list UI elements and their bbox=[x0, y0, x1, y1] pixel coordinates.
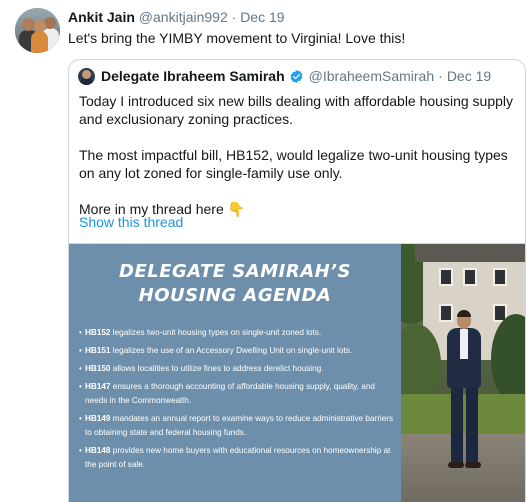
bill-description: allows localities to utilize fines to ad… bbox=[110, 364, 324, 373]
separator-dot: · bbox=[231, 9, 237, 25]
bill-code: HB150 bbox=[85, 364, 111, 373]
quoted-paragraph: Today I introduced six new bills dealing… bbox=[79, 93, 514, 127]
verified-badge-icon bbox=[290, 69, 303, 83]
quoted-paragraph: The most impactful bill, HB152, would le… bbox=[79, 147, 508, 181]
tweet-header: Ankit Jain @ankitjain992 · Dec 19 bbox=[68, 9, 285, 25]
bill-description: mandates an annual report to examine way… bbox=[85, 414, 394, 437]
bill-description: ensures a thorough accounting of afforda… bbox=[85, 382, 375, 405]
agenda-item: • HB149 mandates an annual report to exam… bbox=[79, 414, 394, 437]
quoted-tweet[interactable]: Delegate Ibraheem Samirah @IbraheemSamir… bbox=[68, 59, 526, 502]
bill-code: HB148 bbox=[85, 446, 111, 455]
quoted-author-handle: @IbraheemSamirah bbox=[308, 68, 435, 84]
quoted-tweet-image[interactable]: DELEGATE SAMIRAH’S HOUSING AGENDA • HB152… bbox=[69, 243, 525, 502]
agenda-item: • HB152 legalizes two-unit housing types … bbox=[79, 328, 322, 337]
housing-agenda-graphic: DELEGATE SAMIRAH’S HOUSING AGENDA • HB152… bbox=[69, 244, 401, 502]
quoted-tweet-date: Dec 19 bbox=[446, 68, 492, 84]
bill-code: HB152 bbox=[85, 328, 111, 337]
graphic-title-line: HOUSING AGENDA bbox=[138, 285, 332, 306]
agenda-item: • HB147 ensures a thorough accounting of … bbox=[79, 382, 375, 405]
quoted-author-avatar bbox=[78, 68, 95, 85]
tweet-date[interactable]: Dec 19 bbox=[240, 9, 284, 25]
agenda-item: • HB150 allows localities to utilize fine… bbox=[79, 364, 324, 373]
bill-description: legalizes two-unit housing types on sing… bbox=[110, 328, 322, 337]
separator-dot: · bbox=[438, 68, 443, 84]
delegate-photo bbox=[401, 244, 525, 502]
bill-code: HB147 bbox=[85, 382, 111, 391]
agenda-item: • HB148 provides new home buyers with edu… bbox=[79, 446, 391, 469]
show-thread-link[interactable]: Show this thread bbox=[79, 214, 183, 230]
agenda-item: • HB151 legalizes the use of an Accessory… bbox=[79, 346, 353, 355]
author-handle[interactable]: @ankitjain992 bbox=[139, 9, 228, 25]
quoted-tweet-header: Delegate Ibraheem Samirah @IbraheemSamir… bbox=[101, 68, 491, 84]
bill-code: HB149 bbox=[85, 414, 111, 423]
graphic-title: DELEGATE SAMIRAH’S HOUSING AGENDA bbox=[69, 260, 401, 308]
agenda-list: • HB152 legalizes two-unit housing types … bbox=[79, 326, 397, 476]
author-name[interactable]: Ankit Jain bbox=[68, 9, 135, 25]
author-avatar[interactable] bbox=[15, 8, 60, 53]
bill-description: provides new home buyers with educationa… bbox=[85, 446, 391, 469]
tweet-text: Let's bring the YIMBY movement to Virgin… bbox=[68, 30, 406, 46]
quoted-author-name: Delegate Ibraheem Samirah bbox=[101, 68, 285, 84]
graphic-title-line: DELEGATE SAMIRAH’S bbox=[119, 261, 351, 282]
bill-code: HB151 bbox=[85, 346, 111, 355]
tweet[interactable]: Ankit Jain @ankitjain992 · Dec 19 Let's … bbox=[0, 0, 526, 502]
bill-description: legalizes the use of an Accessory Dwelli… bbox=[110, 346, 353, 355]
